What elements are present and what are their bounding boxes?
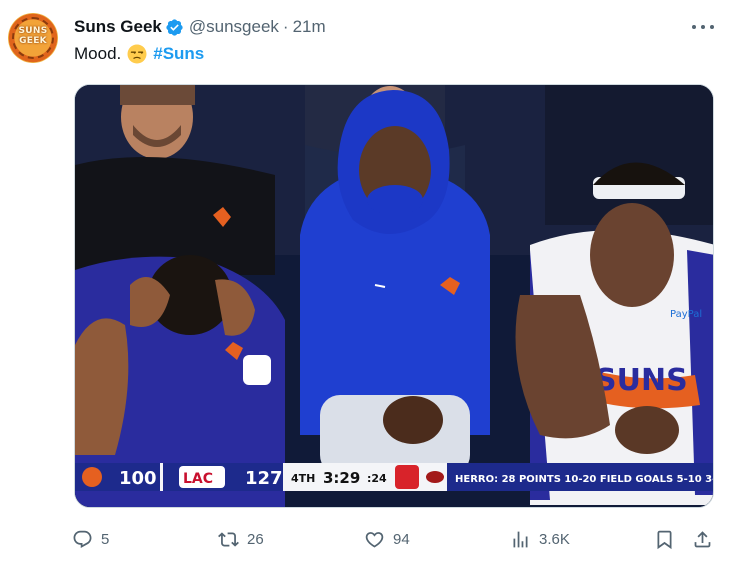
views-button[interactable]: 3.6K	[510, 526, 570, 552]
view-count: 3.6K	[539, 530, 570, 548]
shot-clock: :24	[367, 472, 387, 485]
jersey-text: SUNS	[595, 363, 688, 398]
score-ticker: HERRO: 28 POINTS 10-20 FIELD GOALS 5-10 …	[455, 474, 714, 485]
analytics-icon	[513, 531, 528, 547]
share-icon	[694, 530, 711, 547]
more-dot	[701, 25, 705, 29]
tweet-text-body: Mood.	[74, 44, 122, 63]
author-handle[interactable]: @sunsgeek	[189, 17, 279, 37]
tweet-media-image[interactable]: SUNS PayPal 100 LAC 127 4TH 3:29 :24 HER…	[74, 84, 714, 508]
more-options-icon[interactable]	[692, 17, 714, 37]
repost-button[interactable]: 26	[218, 526, 264, 552]
repost-count: 26	[247, 530, 264, 548]
jersey-sponsor-text: PayPal	[670, 309, 702, 320]
reply-icon	[73, 530, 92, 548]
tweet-card[interactable]: SUNS GEEK Suns Geek @sunsgeek · 21m Mood…	[0, 0, 737, 569]
author-display-name[interactable]: Suns Geek	[74, 17, 162, 37]
quarter: 4TH	[291, 472, 315, 485]
separator-dot: ·	[282, 17, 289, 36]
away-score: 127	[245, 468, 283, 489]
avatar-logo-text: SUNS GEEK	[18, 26, 48, 46]
unamused-face-icon	[127, 44, 147, 64]
hashtag-link[interactable]: #Suns	[153, 42, 204, 66]
bookmark-icon	[657, 530, 672, 549]
tweet-actions-bar: 5 26 94 3.6K	[72, 526, 718, 552]
verified-badge-icon[interactable]	[165, 18, 184, 37]
more-dot	[710, 25, 714, 29]
game-clock: 3:29	[323, 469, 360, 487]
share-button[interactable]	[692, 526, 713, 552]
away-team-logo-text: LAC	[183, 471, 213, 487]
repost-icon	[218, 531, 239, 547]
media-scene: SUNS PayPal 100 LAC 127 4TH 3:29 :24 HER…	[75, 85, 714, 507]
avatar[interactable]: SUNS GEEK	[8, 13, 58, 63]
reply-count: 5	[101, 530, 110, 548]
like-button[interactable]: 94	[364, 526, 410, 552]
reply-button[interactable]: 5	[72, 526, 109, 552]
tweet-header: Suns Geek @sunsgeek · 21m	[74, 15, 326, 39]
home-score: 100	[119, 468, 157, 489]
tweet-text: Mood. #Suns	[74, 42, 204, 66]
like-count: 94	[393, 530, 410, 548]
tweet-timestamp[interactable]: 21m	[293, 17, 326, 37]
more-dot	[692, 25, 696, 29]
heart-icon	[365, 531, 384, 548]
bookmark-button[interactable]	[654, 526, 675, 552]
